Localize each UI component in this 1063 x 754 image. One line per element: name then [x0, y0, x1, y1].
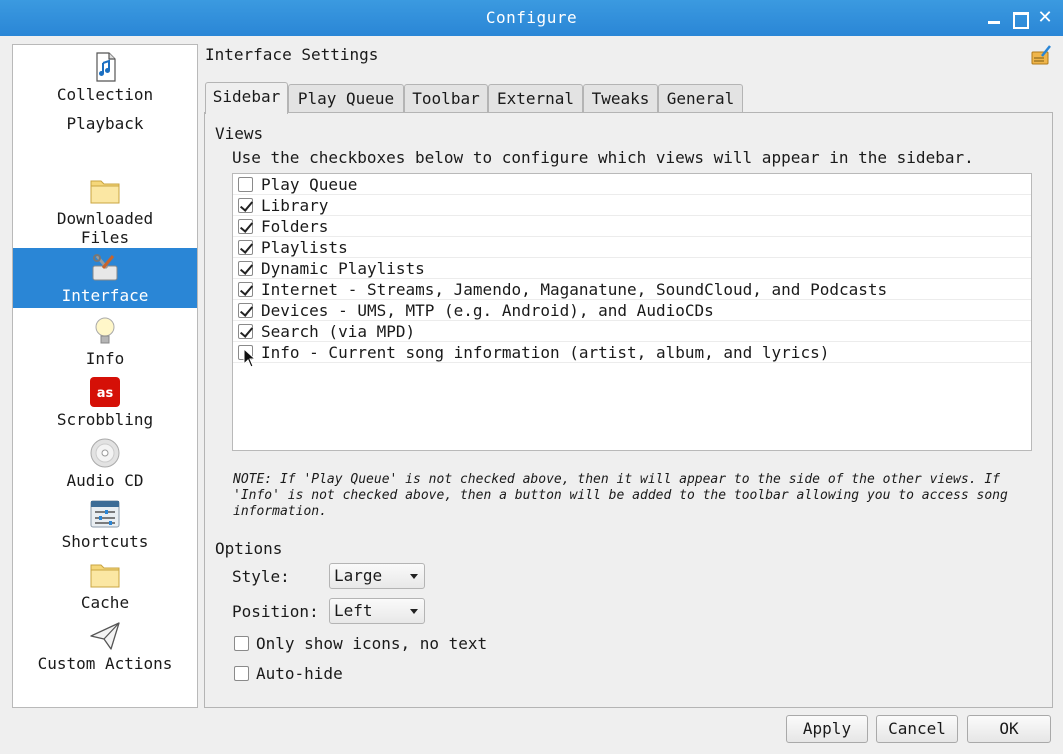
sidebar-item-scrobbling[interactable]: as Scrobbling [13, 376, 197, 429]
tab-general[interactable]: General [658, 84, 743, 113]
view-label: Devices - UMS, MTP (e.g. Android), and A… [261, 301, 714, 320]
icons-only-checkbox[interactable] [234, 636, 249, 651]
view-label: Library [261, 196, 329, 215]
ok-button[interactable]: OK [967, 715, 1051, 743]
list-item[interactable]: Info - Current song information (artist,… [233, 342, 1031, 363]
views-hint-text: Use the checkboxes below to configure wh… [232, 148, 974, 167]
window-title: Configure [485, 8, 578, 27]
sidebar-item-label: Scrobbling [56, 410, 154, 429]
views-group-label: Views [215, 124, 264, 143]
options-group-label: Options [215, 539, 283, 558]
tab-play-queue[interactable]: Play Queue [288, 84, 404, 113]
paper-plane-icon [90, 622, 120, 650]
sidebar-item-playback[interactable]: Playback [13, 114, 197, 133]
music-file-icon [96, 52, 116, 82]
sidebar-item-label: Playback [66, 114, 144, 133]
chevron-down-icon [410, 574, 418, 579]
page-title: Interface Settings [205, 45, 379, 64]
tab-label: Play Queue [297, 89, 395, 108]
view-checkbox[interactable] [238, 324, 253, 339]
minimize-icon[interactable] [985, 9, 1003, 27]
tab-label: Tweaks [591, 89, 650, 108]
sliders-icon [90, 500, 120, 528]
title-bar: Configure ✕ [0, 0, 1063, 36]
view-checkbox[interactable] [238, 198, 253, 213]
tab-external[interactable]: External [488, 84, 583, 113]
maximize-icon[interactable] [1010, 9, 1029, 29]
list-item[interactable]: Playlists [233, 237, 1031, 258]
sidebar-item-label: Custom Actions [37, 654, 173, 673]
tab-label: Toolbar [412, 89, 480, 108]
svg-text:as: as [97, 386, 114, 401]
sidebar-item-label: Cache [80, 593, 130, 612]
tab-label: External [496, 89, 575, 108]
view-label: Search (via MPD) [261, 322, 416, 341]
settings-sidebar: Collection Playback Downloaded Files Int… [12, 44, 198, 708]
style-select[interactable]: Large [329, 563, 425, 589]
mouse-cursor-icon [243, 348, 257, 368]
position-label: Position: [232, 602, 319, 621]
sidebar-item-cache[interactable]: Cache [13, 559, 197, 612]
cancel-button[interactable]: Cancel [876, 715, 958, 743]
list-item[interactable]: Devices - UMS, MTP (e.g. Android), and A… [233, 300, 1031, 321]
view-checkbox[interactable] [238, 240, 253, 255]
views-note: NOTE: If 'Play Queue' is not checked abo… [233, 472, 1008, 519]
autohide-checkbox[interactable] [234, 666, 249, 681]
apply-button[interactable]: Apply [786, 715, 868, 743]
list-item[interactable]: Library [233, 195, 1031, 216]
sidebar-item-interface[interactable]: Interface [13, 248, 197, 308]
tab-tweaks[interactable]: Tweaks [583, 84, 658, 113]
edit-settings-icon [1031, 45, 1051, 65]
tab-toolbar[interactable]: Toolbar [404, 84, 488, 113]
list-item[interactable]: Search (via MPD) [233, 321, 1031, 342]
tools-icon [92, 254, 118, 281]
views-list: Play Queue Library Folders Playlists Dyn… [232, 173, 1032, 451]
chevron-down-icon [410, 609, 418, 614]
cd-icon [90, 438, 120, 468]
view-checkbox[interactable] [238, 261, 253, 276]
sidebar-item-custom-actions[interactable]: Custom Actions [13, 620, 197, 673]
sidebar-item-audio-cd[interactable]: Audio CD [13, 437, 197, 490]
sidebar-item-shortcuts[interactable]: Shortcuts [13, 498, 197, 551]
sidebar-item-label: Interface [61, 286, 149, 305]
position-select[interactable]: Left [329, 598, 425, 624]
tab-sidebar[interactable]: Sidebar [205, 82, 288, 114]
sidebar-item-label: Shortcuts [61, 532, 149, 551]
list-item[interactable]: Play Queue [233, 174, 1031, 195]
autohide-label: Auto-hide [256, 664, 343, 683]
list-item[interactable]: Folders [233, 216, 1031, 237]
view-checkbox[interactable] [238, 219, 253, 234]
style-label: Style: [232, 567, 290, 586]
position-select-value: Left [334, 601, 373, 620]
view-label: Folders [261, 217, 329, 236]
folder-icon [90, 564, 120, 588]
sidebar-item-label: Audio CD [66, 471, 144, 490]
view-label: Internet - Streams, Jamendo, Maganatune,… [261, 280, 888, 299]
view-label: Dynamic Playlists [261, 259, 425, 278]
view-checkbox[interactable] [238, 303, 253, 318]
view-checkbox[interactable] [238, 177, 253, 192]
style-select-value: Large [334, 566, 383, 585]
view-label: Play Queue [261, 175, 358, 194]
sidebar-item-label: Downloaded Files [56, 209, 154, 247]
sidebar-item-label: Info [85, 349, 125, 368]
tab-label: Sidebar [212, 87, 281, 106]
list-item[interactable]: Dynamic Playlists [233, 258, 1031, 279]
list-item[interactable]: Internet - Streams, Jamendo, Maganatune,… [233, 279, 1031, 300]
lastfm-icon: as [90, 377, 120, 407]
view-label: Info - Current song information (artist,… [261, 343, 830, 362]
view-label: Playlists [261, 238, 348, 257]
folder-icon [90, 180, 120, 204]
lightbulb-icon [95, 317, 115, 344]
tab-label: General [666, 89, 735, 108]
icons-only-label: Only show icons, no text [256, 634, 488, 653]
sidebar-item-label: Collection [56, 85, 154, 104]
view-checkbox[interactable] [238, 282, 253, 297]
sidebar-item-collection[interactable]: Collection [13, 51, 197, 104]
sidebar-item-downloaded-files[interactable]: Downloaded Files [13, 175, 197, 247]
sidebar-item-info[interactable]: Info [13, 315, 197, 368]
close-icon[interactable]: ✕ [1036, 9, 1054, 27]
